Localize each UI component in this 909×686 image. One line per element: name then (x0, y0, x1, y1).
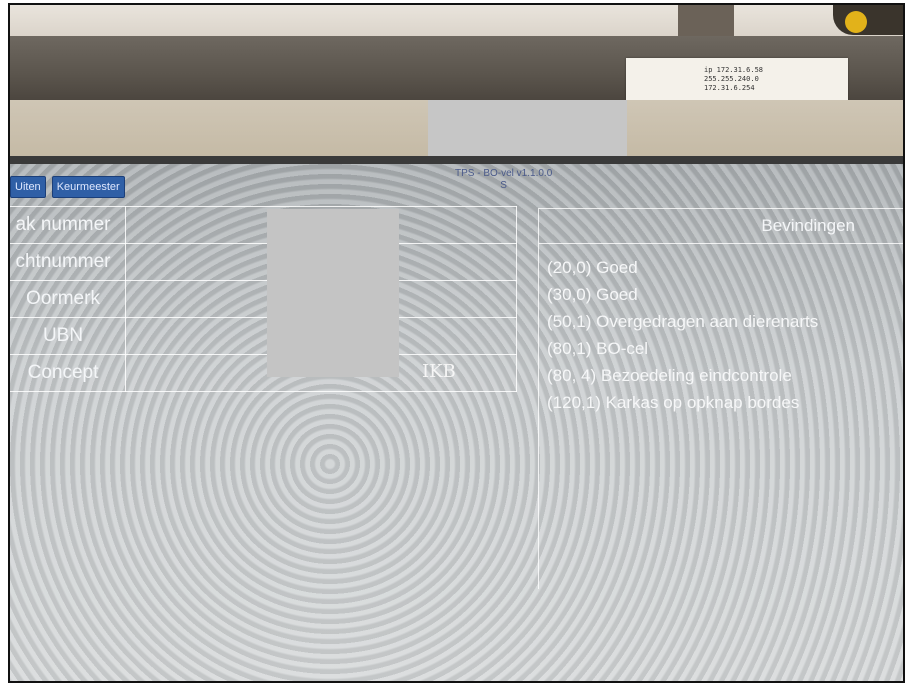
info-table: ak nummer chtnummer Oormerk UBN Concept … (10, 206, 517, 392)
concept-value: IKB (422, 361, 456, 382)
list-item[interactable]: (30,0) Goed (547, 281, 903, 308)
version-subtext: S (500, 180, 507, 191)
row-label: Concept (10, 354, 126, 392)
findings-title: Bevindingen (539, 209, 903, 244)
toolbar: Uiten Keurmeester (10, 176, 125, 198)
findings-panel: Bevindingen (20,0) Goed (30,0) Goed (50,… (538, 208, 903, 589)
ip-label-sticker: ip 172.31.6.58 255.255.240.0 172.31.6.25… (626, 58, 848, 100)
list-item[interactable]: (120,1) Karkas op opknap bordes (547, 389, 903, 416)
version-text: TPS - BO-vel v1.1.0.0 (455, 168, 553, 179)
table-row: UBN (10, 317, 517, 355)
row-label: ak nummer (10, 206, 126, 244)
sticker-line-1: ip 172.31.6.58 (704, 66, 764, 74)
keurmeester-button[interactable]: Keurmeester (51, 176, 125, 198)
sticker-line-3: 172.31.6.254 (704, 84, 755, 92)
sticker-line-2: 255.255.240.0 (704, 75, 759, 83)
row-label: chtnummer (10, 243, 126, 281)
bezel-edge (10, 156, 903, 164)
table-row: ak nummer (10, 206, 517, 244)
yellow-clip (833, 5, 903, 35)
uiten-button[interactable]: Uiten (10, 176, 46, 198)
list-item[interactable]: (50,1) Overgedragen aan dierenarts (547, 308, 903, 335)
monitor-screen: Uiten Keurmeester TPS - BO-vel v1.1.0.0 … (10, 164, 903, 681)
row-label: Oormerk (10, 280, 126, 318)
table-row: Concept IKB (10, 354, 517, 392)
wall-post (678, 5, 734, 40)
app-version: TPS - BO-vel v1.1.0.0 S (455, 168, 552, 192)
background-wall (10, 5, 903, 40)
list-item[interactable]: (20,0) Goed (547, 254, 903, 281)
list-item[interactable]: (80,1) BO-cel (547, 335, 903, 362)
row-label: UBN (10, 317, 126, 355)
findings-list: (20,0) Goed (30,0) Goed (50,1) Overgedra… (547, 254, 903, 416)
list-item[interactable]: (80, 4) Bezoedeling eindcontrole (547, 362, 903, 389)
table-row: Oormerk (10, 280, 517, 318)
table-row: chtnummer (10, 243, 517, 281)
redaction-block-bezel (428, 100, 627, 156)
redaction-block-photo (267, 209, 399, 377)
